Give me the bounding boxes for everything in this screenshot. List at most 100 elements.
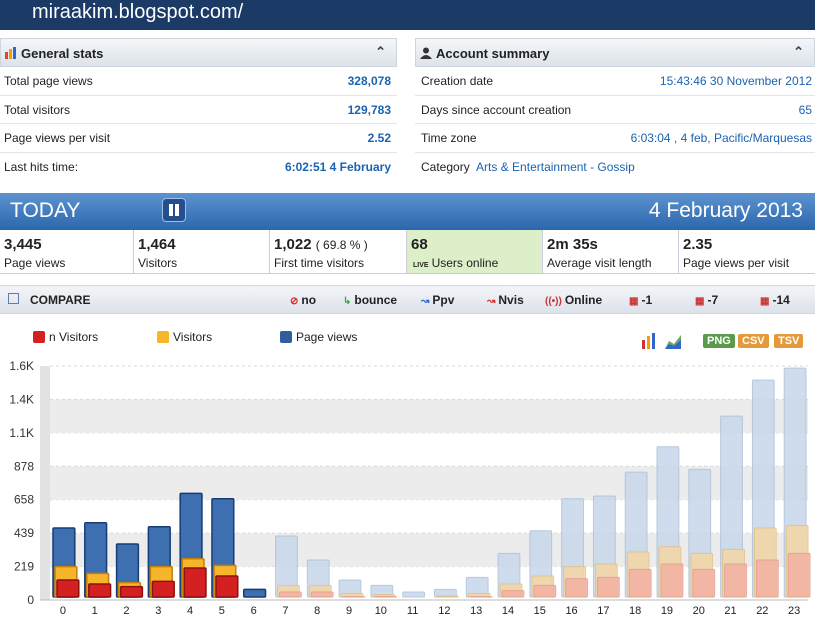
metric-value-wrap: 1,022 ( 69.8 % ) (274, 236, 368, 253)
account-row: Creation date 15:43:46 30 November 2012 (415, 67, 815, 96)
stats-label: Page views per visit (4, 131, 111, 145)
account-value: 15:43:46 30 November 2012 (659, 74, 812, 88)
stats-label: Total visitors (4, 102, 71, 117)
account-row: Time zone 6:03:04 , 4 feb, Pacific/Marqu… (415, 124, 815, 153)
metric-visitors: 1,464 Visitors (134, 230, 270, 273)
y-tick-label: 219 (14, 560, 34, 574)
new-visitors-bar (565, 578, 588, 598)
metric-label: First time visitors (274, 256, 364, 270)
compare-online-button[interactable]: ((•)) Online (545, 293, 602, 307)
account-summary-title: Account summary (436, 46, 550, 61)
new-visitors-bar (310, 591, 334, 598)
compare-no-button[interactable]: ⊘ no (290, 293, 316, 307)
x-tick-label: 5 (219, 605, 225, 617)
x-tick-label: 8 (314, 605, 320, 617)
collapse-icon[interactable]: ⌃ (375, 44, 386, 60)
metric-value: 3,445 (4, 236, 42, 253)
chart-band (50, 399, 808, 433)
metric-value: 1,464 (138, 236, 176, 253)
compare-minus14-button[interactable]: ▦ -14 (760, 293, 790, 307)
bounce-icon: ↳ (343, 296, 352, 307)
page-views-bar (243, 588, 267, 598)
new-visitors-bar (279, 591, 302, 598)
x-tick-label: 4 (187, 605, 193, 617)
page-views-bar (402, 591, 426, 598)
category-label-text: Category (421, 159, 470, 174)
compare-button-label: Ppv (432, 293, 455, 307)
y-tick-label: 878 (14, 459, 34, 473)
new-visitors-bar (660, 563, 684, 598)
metric-page-views: 3,445 Page views (0, 230, 134, 273)
metric-label: Visitors (138, 256, 178, 270)
stats-value: 328,078 (347, 74, 391, 88)
x-tick-label: 3 (155, 605, 161, 617)
new-visitors-bar (692, 568, 716, 598)
chart-canvas: 02194396588781.1K1.4K1.6K0 1 2 3 4 5 6 7 8 9 10 11 1… (9, 359, 811, 617)
stats-row: Total visitors 129,783 (0, 96, 397, 124)
calendar-icon: ▦ (629, 296, 639, 307)
compare-ppv-button[interactable]: ↝ Ppv (421, 293, 454, 307)
account-label: Time zone (421, 131, 477, 145)
account-row: Days since account creation 65 (415, 96, 815, 124)
collapse-icon[interactable]: ⌃ (793, 44, 804, 60)
new-visitors-bar (119, 585, 144, 598)
category-link[interactable]: Arts & Entertainment - Gossip (476, 160, 635, 174)
x-tick-label: 9 (346, 605, 352, 617)
account-summary-header: Account summary ⌃ (415, 38, 815, 67)
today-metrics: 3,445 Page views 1,464 Visitors 1,022 ( … (0, 230, 815, 274)
metric-label: Users online (431, 256, 499, 270)
user-icon (420, 47, 432, 62)
stats-label: Total page views (4, 74, 93, 88)
account-summary-panel: Account summary ⌃ Creation date 15:43:46… (415, 38, 815, 191)
new-visitors-bar (787, 552, 811, 598)
metric-value: 2m 35s (547, 236, 598, 253)
account-row: Category Arts & Entertainment - Gossip (415, 153, 815, 181)
broadcast-icon: ((•)) (545, 296, 562, 307)
metric-users-online[interactable]: 68 LIVE Users online (407, 230, 543, 273)
today-label: TODAY (10, 199, 81, 222)
compare-button-label: Nvis (498, 293, 524, 307)
stats-value: 2.52 (367, 131, 391, 145)
compare-button-label: -7 (707, 293, 719, 307)
site-title[interactable]: miraakim.blogspot.com/ (32, 1, 243, 24)
bar-chart-icon (5, 47, 17, 62)
new-visitors-bar (88, 583, 112, 598)
stats-row: Page views per visit 2.52 (0, 124, 397, 153)
calendar-icon: ▦ (760, 296, 770, 307)
compare-bar: COMPARE ⊘ no ↳ bounce ↝ Ppv ↝ Nvis ((•)) Onli… (0, 285, 815, 314)
new-visitors-bar (151, 580, 175, 598)
new-visitors-bar (596, 576, 620, 598)
x-tick-label: 7 (282, 605, 288, 617)
account-label: Creation date (421, 74, 494, 88)
pause-button[interactable] (162, 198, 186, 222)
metric-page-views-per-visit: 2.35 Page views per visit (679, 230, 815, 273)
y-tick-label: 1.6K (9, 359, 34, 373)
live-badge-icon: LIVE (413, 262, 429, 269)
category-label: Category Arts & Entertainment - Gossip (421, 160, 635, 174)
compare-minus7-button[interactable]: ▦ -7 (695, 293, 718, 307)
metric-value: 2.35 (683, 236, 713, 253)
new-visitors-bar (724, 563, 747, 598)
x-tick-label: 21 (724, 605, 736, 617)
x-tick-label: 18 (629, 605, 641, 617)
compare-bounce-button[interactable]: ↳ bounce (343, 293, 397, 307)
compare-nvis-button[interactable]: ↝ Nvis (487, 293, 524, 307)
y-tick-label: 1.4K (9, 392, 34, 406)
y-tick-label: 1.1K (9, 426, 34, 440)
y-tick-label: 0 (27, 593, 34, 607)
new-visitors-bar (56, 579, 80, 598)
compare-button-label: Online (564, 293, 603, 307)
compare-button-label: bounce (354, 293, 398, 307)
x-tick-label: 14 (502, 605, 514, 617)
metric-first-time-visitors: 1,022 ( 69.8 % ) First time visitors (270, 230, 407, 273)
line-chart-icon: ↝ (487, 296, 496, 307)
account-label: Days since account creation (421, 102, 572, 117)
compare-button-label: -14 (772, 293, 790, 307)
visitors-bar (436, 595, 459, 598)
x-tick-label: 10 (375, 605, 387, 617)
x-tick-label: 15 (534, 605, 546, 617)
metric-label: Page views per visit (683, 256, 790, 270)
today-date: 4 February 2013 (648, 199, 803, 222)
compare-minus1-button[interactable]: ▦ -1 (629, 293, 652, 307)
general-stats-title: General stats (21, 46, 104, 61)
